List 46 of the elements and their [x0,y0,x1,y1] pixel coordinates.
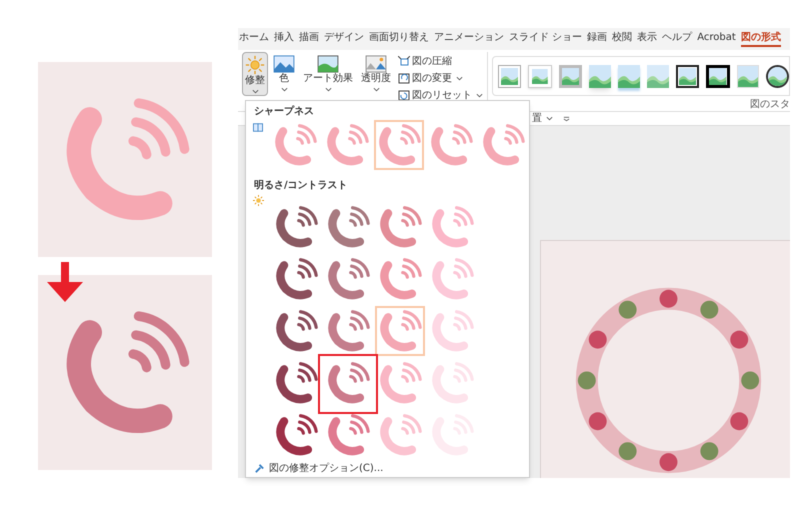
options-link[interactable]: 図の修整オプション(C)... [254,461,384,476]
ribbon-small-button[interactable]: 図の圧縮 [398,54,483,68]
sun-icon [245,55,265,75]
arrow-down-icon [44,262,86,302]
ribbon-tab[interactable]: 描画 [299,31,319,47]
ribbon-small-button[interactable]: 図のリセット [398,88,483,102]
caret-icon [456,76,463,80]
section-title: 明るさ/コントラスト [253,178,349,193]
ribbon-tab[interactable]: Acrobat [697,31,736,47]
caret-icon [372,87,380,92]
ribbon-tab[interactable]: スライド ショー [509,31,582,47]
ribbon-tab[interactable]: アニメーション [434,31,504,47]
caret-icon [476,92,483,98]
ribbon-button[interactable]: 修整 [242,52,268,96]
ribbon-tab[interactable]: ヘルプ [662,31,692,47]
ribbon-button[interactable]: 色 [270,52,298,96]
picture-style-option[interactable] [766,64,789,88]
ribbon-tab[interactable]: 表示 [637,31,658,47]
transparent-image-icon [365,55,387,73]
image-icon [273,55,295,73]
picture-style-option[interactable] [676,64,700,88]
ribbon-tab[interactable]: 図の形式 [740,31,781,47]
landscape-icon [317,55,339,73]
ribbon-tab[interactable]: 録画 [587,31,608,47]
compress-icon [398,56,410,66]
ribbon-tab[interactable]: ホーム [239,31,269,47]
change-image-icon [398,72,410,84]
ribbon-small-button[interactable]: 図の変更 [398,71,483,85]
sharpness-icon [253,123,263,132]
customize-icon[interactable] [563,116,570,122]
ribbon-tab[interactable]: 画面切り替え [369,31,429,47]
caret-icon [252,89,258,94]
ribbon-button[interactable]: アート効果 [300,52,356,96]
caret-icon [280,87,288,92]
reset-image-icon [398,90,410,100]
caret-icon [546,116,553,121]
ribbon-tab[interactable]: 挿入 [274,31,294,47]
sun-icon [253,195,264,206]
picture-style-option[interactable] [706,64,730,88]
section-title: シャープネス [253,104,315,119]
ribbon-tab[interactable]: デザイン [324,31,364,47]
caret-icon [324,87,332,92]
ribbon-button[interactable]: 透明度 [358,52,394,96]
arrange-label[interactable]: 置 [532,113,542,124]
group-label: 図のスタ [750,99,790,110]
ribbon-tab[interactable]: 校閲 [612,31,632,47]
